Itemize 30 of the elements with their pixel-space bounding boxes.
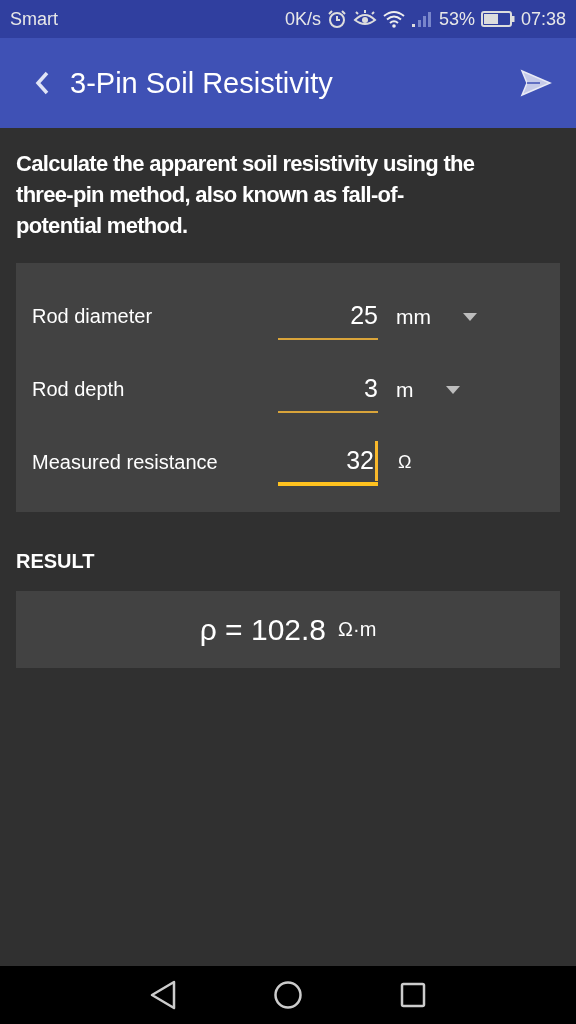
battery-icon	[480, 11, 515, 27]
screen-title: 3-Pin Soil Resistivity	[70, 66, 334, 100]
send-icon	[520, 69, 552, 97]
square-icon	[399, 981, 427, 1009]
result-heading: RESULT	[16, 550, 96, 573]
dropdown-arrow-icon	[445, 385, 460, 394]
field-label: Rod depth	[32, 378, 126, 401]
field-label: Rod diameter	[32, 305, 154, 328]
input-field[interactable]: 3	[278, 366, 378, 413]
unit-dropdown[interactable]: mm	[390, 302, 483, 331]
eye-icon	[352, 10, 377, 28]
dropdown-arrow-icon	[463, 312, 477, 321]
network-speed: 0K/s	[284, 8, 321, 30]
wifi-icon	[382, 10, 405, 28]
result-value: ρ = 102.8	[199, 612, 326, 647]
battery-percent: 53%	[438, 8, 475, 30]
input-field[interactable]: 32	[278, 439, 378, 486]
alarm-icon	[326, 9, 347, 29]
unit-dropdown[interactable]: m	[390, 375, 466, 404]
unit-label: Ω	[398, 452, 412, 473]
input-field[interactable]: 25	[278, 293, 378, 340]
circle-icon	[273, 980, 303, 1010]
clock: 07:38	[520, 8, 566, 30]
result-unit: Ω·m	[338, 618, 377, 641]
carrier-name: Smart	[10, 8, 58, 30]
signal-icon	[410, 10, 433, 28]
chevron-left-icon	[34, 70, 50, 96]
field-label: Measured resistance	[32, 451, 219, 474]
triangle-icon	[149, 980, 177, 1010]
description-text: Calculate the apparent soil resistivity using the three-pin method, also known as fall-of-potential method.	[16, 150, 476, 240]
